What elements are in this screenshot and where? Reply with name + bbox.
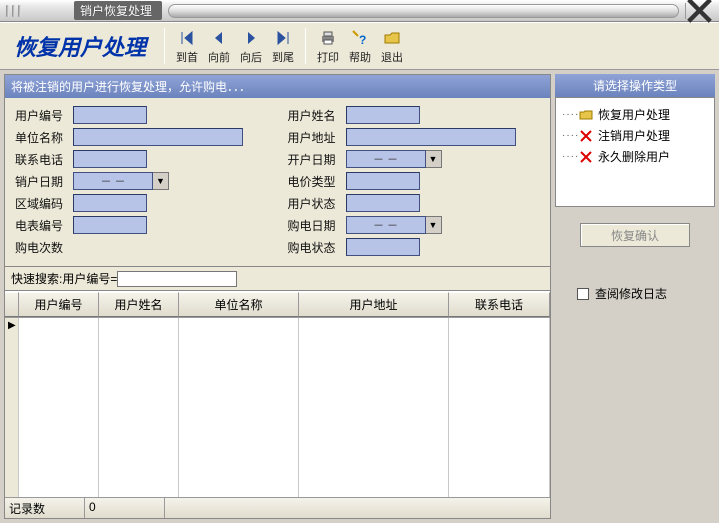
result-grid: 用户编号 用户姓名 单位名称 用户地址 联系电话 ▶ 记录数 0 xyxy=(5,291,550,518)
exit-button[interactable]: 退出 xyxy=(376,26,408,67)
nav-prev-label: 向前 xyxy=(207,49,231,65)
quick-search-input[interactable] xyxy=(117,271,237,287)
title-bar: 销户恢复处理 xyxy=(0,0,719,22)
col-address[interactable]: 用户地址 xyxy=(299,292,449,317)
label-cancel-date: 销户日期 xyxy=(15,173,73,190)
separator xyxy=(305,28,306,64)
separator xyxy=(164,28,165,64)
op-cancel-user[interactable]: ···· 注销用户处理 xyxy=(560,125,710,146)
printer-icon xyxy=(319,29,337,47)
open-date-dropdown[interactable]: ▼ xyxy=(426,150,442,168)
nav-first-icon xyxy=(178,29,196,47)
nav-first-button[interactable]: 到首 xyxy=(171,26,203,67)
phone-input[interactable] xyxy=(73,150,147,168)
col-unit-name[interactable]: 单位名称 xyxy=(179,292,299,317)
col-user-id[interactable]: 用户编号 xyxy=(19,292,99,317)
titlebar-spacer xyxy=(168,4,679,18)
grid-corner xyxy=(5,292,19,317)
row-marker-icon: ▶ xyxy=(5,318,18,331)
buy-date-input[interactable]: － － xyxy=(346,216,426,234)
area-code-input[interactable] xyxy=(73,194,147,212)
exit-label: 退出 xyxy=(380,49,404,65)
confirm-restore-button[interactable]: 恢复确认 xyxy=(580,223,690,247)
label-meter-id: 电表编号 xyxy=(15,217,73,234)
quick-search-bar: 快速搜索:用户编号= xyxy=(5,266,550,291)
meter-id-input[interactable] xyxy=(73,216,147,234)
address-input[interactable] xyxy=(346,128,516,146)
op-permanent-delete[interactable]: ···· 永久删除用户 xyxy=(560,146,710,167)
nav-next-button[interactable]: 向后 xyxy=(235,26,267,67)
svg-text:?: ? xyxy=(359,33,366,47)
op-delete-label: 永久删除用户 xyxy=(598,148,670,165)
grid-header: 用户编号 用户姓名 单位名称 用户地址 联系电话 xyxy=(5,292,550,318)
nav-last-icon xyxy=(274,29,292,47)
label-buy-date: 购电日期 xyxy=(288,217,346,234)
nav-last-label: 到尾 xyxy=(271,49,295,65)
label-price-type: 电价类型 xyxy=(288,173,346,190)
record-count-label: 记录数 xyxy=(5,498,85,518)
help-button[interactable]: ? 帮助 xyxy=(344,26,376,67)
grid-footer: 记录数 0 xyxy=(5,497,550,518)
col-phone[interactable]: 联系电话 xyxy=(449,292,550,317)
label-address: 用户地址 xyxy=(288,129,346,146)
label-buy-status: 购电状态 xyxy=(288,239,346,256)
nav-prev-icon xyxy=(210,29,228,47)
help-label: 帮助 xyxy=(348,49,372,65)
side-panel-title: 请选择操作类型 xyxy=(555,74,715,97)
review-log-checkbox[interactable]: 查阅修改日志 xyxy=(577,285,715,302)
delete-x-icon xyxy=(580,130,592,142)
quick-search-label: 快速搜索:用户编号= xyxy=(11,270,117,287)
grid-body[interactable]: ▶ xyxy=(5,318,550,497)
open-date-input[interactable]: － － xyxy=(346,150,426,168)
cancel-date-input[interactable]: － － xyxy=(73,172,153,190)
checkbox-icon xyxy=(577,288,589,300)
buy-status-input[interactable] xyxy=(346,238,420,256)
help-icon: ? xyxy=(351,29,369,47)
nav-next-label: 向后 xyxy=(239,49,263,65)
user-name-input[interactable] xyxy=(346,106,420,124)
nav-last-button[interactable]: 到尾 xyxy=(267,26,299,67)
titlebar-grip xyxy=(0,4,70,18)
folder-exit-icon xyxy=(383,29,401,47)
op-cancel-label: 注销用户处理 xyxy=(598,127,670,144)
nav-first-label: 到首 xyxy=(175,49,199,65)
op-restore-label: 恢复用户处理 xyxy=(598,106,670,123)
form-area: 用户编号 单位名称 联系电话 销户日期 － －▼ 区域编码 电表编号 购电次数 … xyxy=(5,98,550,266)
nav-prev-button[interactable]: 向前 xyxy=(203,26,235,67)
unit-name-input[interactable] xyxy=(73,128,243,146)
cancel-date-dropdown[interactable]: ▼ xyxy=(153,172,169,190)
user-id-input[interactable] xyxy=(73,106,147,124)
review-log-label: 查阅修改日志 xyxy=(595,285,667,302)
app-title: 恢复用户处理 xyxy=(10,30,158,62)
description-band: 将被注销的用户进行恢复处理，允许购电．．． xyxy=(5,75,550,98)
record-count-value: 0 xyxy=(85,498,165,518)
label-area-code: 区域编码 xyxy=(15,195,73,212)
main-panel: 将被注销的用户进行恢复处理，允许购电．．． 用户编号 单位名称 联系电话 销户日… xyxy=(4,74,551,519)
delete-x-icon xyxy=(580,151,592,163)
price-type-input[interactable] xyxy=(346,172,420,190)
label-user-status: 用户状态 xyxy=(288,195,346,212)
window-title: 销户恢复处理 xyxy=(74,1,162,20)
close-icon xyxy=(686,0,713,24)
nav-next-icon xyxy=(242,29,260,47)
label-user-id: 用户编号 xyxy=(15,107,73,124)
print-label: 打印 xyxy=(316,49,340,65)
print-button[interactable]: 打印 xyxy=(312,26,344,67)
label-unit-name: 单位名称 xyxy=(15,129,73,146)
label-buy-count: 购电次数 xyxy=(15,239,73,256)
buy-date-dropdown[interactable]: ▼ xyxy=(426,216,442,234)
close-button[interactable] xyxy=(685,3,713,19)
folder-open-icon xyxy=(579,109,593,121)
toolbar: 恢复用户处理 到首 向前 向后 到尾 打印 ? 帮助 退出 xyxy=(0,22,719,70)
side-panel: 请选择操作类型 ···· 恢复用户处理 ···· 注销用户处理 ···· 永久删… xyxy=(555,74,715,519)
col-user-name[interactable]: 用户姓名 xyxy=(99,292,179,317)
user-status-input[interactable] xyxy=(346,194,420,212)
label-open-date: 开户日期 xyxy=(288,151,346,168)
operation-list: ···· 恢复用户处理 ···· 注销用户处理 ···· 永久删除用户 xyxy=(555,97,715,207)
op-restore-user[interactable]: ···· 恢复用户处理 xyxy=(560,104,710,125)
label-phone: 联系电话 xyxy=(15,151,73,168)
label-user-name: 用户姓名 xyxy=(288,107,346,124)
